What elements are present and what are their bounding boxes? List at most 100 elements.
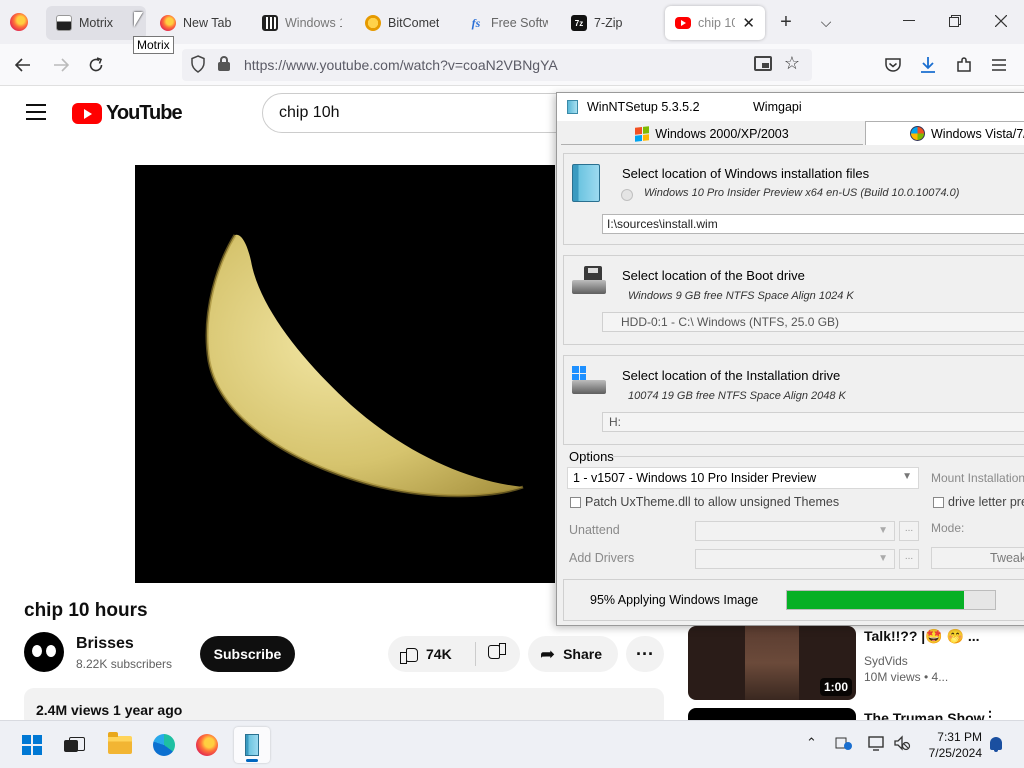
minimize-button[interactable] bbox=[886, 6, 932, 36]
edge-browser-icon bbox=[153, 734, 175, 756]
recommended-video-thumbnail[interactable] bbox=[688, 708, 856, 720]
notifications-bell-icon[interactable] bbox=[990, 737, 1002, 752]
restore-button[interactable] bbox=[932, 6, 978, 36]
7zip-icon: 7z bbox=[571, 15, 587, 31]
picture-in-picture-icon[interactable] bbox=[754, 56, 772, 71]
image-radio-button[interactable] bbox=[621, 189, 633, 201]
window-title: WinNTSetup 5.3.5.2 bbox=[587, 100, 700, 114]
recommended-video-meta: 10M views • 4... bbox=[864, 670, 949, 684]
youtube-icon bbox=[675, 17, 691, 29]
show-hidden-icons-chevron-icon[interactable]: ⌃ bbox=[806, 735, 817, 751]
address-bar[interactable]: https://www.youtube.com/watch?v=coaN2VBN… bbox=[182, 49, 812, 81]
start-button[interactable] bbox=[14, 727, 50, 763]
system-clock[interactable]: 7:31 PM 7/25/2024 bbox=[920, 729, 982, 761]
new-tab-button[interactable]: + bbox=[771, 8, 801, 36]
tab-free-software[interactable]: fs Free Softw bbox=[458, 6, 558, 40]
winntsetup-titlebar[interactable]: WinNTSetup 5.3.5.2 Wimgapi bbox=[557, 93, 1024, 121]
recommended-video-thumbnail[interactable]: 1:00 bbox=[688, 626, 856, 700]
pocket-button[interactable] bbox=[878, 50, 908, 80]
video-player[interactable] bbox=[135, 165, 555, 583]
install-drive-select[interactable]: H: bbox=[602, 412, 1024, 432]
extensions-button[interactable] bbox=[949, 50, 979, 80]
patch-uxtheme-label[interactable]: Patch UxTheme.dll to allow unsigned Them… bbox=[585, 495, 839, 509]
patch-uxtheme-checkbox[interactable] bbox=[570, 497, 581, 508]
install-drive-title: Select location of the Installation driv… bbox=[622, 368, 841, 383]
puzzle-piece-icon bbox=[957, 57, 971, 72]
task-view-icon bbox=[64, 737, 85, 753]
video-description-box[interactable]: 2.4M views 1 year ago bbox=[24, 688, 664, 720]
edge-button[interactable] bbox=[146, 727, 182, 763]
lock-icon[interactable] bbox=[218, 56, 230, 71]
list-all-tabs-button[interactable]: ⌵ bbox=[811, 8, 841, 36]
install-drive-icon bbox=[572, 366, 606, 396]
downloads-button[interactable] bbox=[913, 50, 943, 80]
dislike-button[interactable] bbox=[476, 644, 506, 665]
file-explorer-button[interactable] bbox=[102, 727, 138, 763]
install-files-path-input[interactable]: I:\sources\install.wim bbox=[602, 214, 1024, 234]
network-settings-icon[interactable] bbox=[835, 735, 853, 751]
folder-icon bbox=[108, 732, 132, 754]
windows-taskbar: ⌃ 7:31 PM 7/25/2024 bbox=[0, 720, 1024, 768]
tab-7zip[interactable]: 7z 7-Zip bbox=[561, 6, 661, 40]
youtube-logo[interactable]: YouTube bbox=[72, 102, 183, 125]
unattend-select[interactable]: ▼ bbox=[695, 521, 895, 541]
like-button[interactable]: 74K bbox=[388, 642, 476, 666]
bookmark-star-icon[interactable]: ☆ bbox=[784, 53, 800, 74]
recommended-video-title[interactable]: The Truman Show bbox=[864, 710, 985, 720]
boot-drive-select[interactable]: HDD-0:1 - C:\ Windows (NTFS, 25.0 GB) bbox=[602, 312, 1024, 332]
recommended-video-more-icon[interactable]: ⋮ bbox=[983, 708, 997, 720]
mode-label: Mode: bbox=[931, 521, 965, 535]
drive-letter-checkbox[interactable] bbox=[933, 497, 944, 508]
unattend-browse-button[interactable]: ... bbox=[899, 521, 919, 541]
close-window-button[interactable] bbox=[978, 6, 1024, 36]
add-drivers-browse-button[interactable]: ... bbox=[899, 549, 919, 569]
forward-arrow-icon bbox=[54, 58, 69, 72]
channel-avatar[interactable] bbox=[24, 632, 64, 672]
window-subtitle: Wimgapi bbox=[753, 100, 802, 114]
tab-youtube-active[interactable]: chip 10 l ✕ bbox=[665, 6, 765, 40]
forward-button[interactable] bbox=[46, 50, 76, 80]
more-actions-button[interactable]: ··· bbox=[626, 636, 664, 672]
youtube-guide-menu-icon[interactable] bbox=[26, 104, 46, 120]
tab-windows-vista-7[interactable]: Windows Vista/7/8 bbox=[865, 121, 1024, 145]
firefox-menu-icon[interactable] bbox=[10, 13, 28, 31]
bitcomet-icon bbox=[365, 15, 381, 31]
tab-bitcomet[interactable]: BitComet bbox=[355, 6, 455, 40]
edition-select[interactable]: 1 - v1507 - Windows 10 Pro Insider Previ… bbox=[567, 467, 919, 489]
tweaks-button[interactable]: Tweak bbox=[931, 547, 1024, 569]
reload-button[interactable] bbox=[81, 50, 111, 80]
winntsetup-taskbar-button[interactable] bbox=[234, 727, 270, 763]
tab-new-tab[interactable]: New Tab bbox=[150, 6, 250, 40]
install-media-book-icon bbox=[572, 164, 600, 202]
video-frame-chip-image bbox=[205, 234, 524, 498]
channel-name[interactable]: Brisses bbox=[76, 635, 134, 653]
recommended-video-channel[interactable]: SydVids bbox=[864, 654, 908, 668]
subscribe-button[interactable]: Subscribe bbox=[200, 636, 295, 672]
youtube-play-logo-icon bbox=[72, 103, 102, 124]
tracking-protection-shield-icon[interactable] bbox=[190, 55, 206, 73]
winntsetup-window: WinNTSetup 5.3.5.2 Wimgapi Windows 2000/… bbox=[556, 92, 1024, 626]
firefox-taskbar-button[interactable] bbox=[189, 727, 225, 763]
tab-motrix[interactable]: Motrix bbox=[46, 6, 146, 40]
recommended-video-title[interactable]: Talk!!?? |🤩 🤭 ... bbox=[864, 628, 980, 645]
back-button[interactable] bbox=[8, 50, 38, 80]
tab-windows[interactable]: Windows 1 bbox=[252, 6, 352, 40]
video-duration: 1:00 bbox=[819, 678, 852, 696]
youtube-search-input[interactable]: chip 10h bbox=[262, 93, 582, 133]
add-drivers-select[interactable]: ▼ bbox=[695, 549, 895, 569]
unattend-label: Unattend bbox=[569, 523, 620, 537]
app-menu-button[interactable] bbox=[984, 50, 1014, 80]
share-button[interactable]: ➦ Share bbox=[528, 636, 618, 672]
subscriber-count: 8.22K subscribers bbox=[76, 657, 173, 671]
restore-icon bbox=[949, 15, 961, 27]
volume-muted-icon[interactable] bbox=[893, 735, 911, 751]
tab-windows-2000-xp[interactable]: Windows 2000/XP/2003 bbox=[561, 123, 863, 145]
options-divider bbox=[613, 456, 1024, 457]
url-text[interactable]: https://www.youtube.com/watch?v=coaN2VBN… bbox=[244, 57, 558, 73]
task-view-button[interactable] bbox=[56, 727, 92, 763]
drive-letter-label[interactable]: drive letter pre bbox=[948, 495, 1024, 509]
windows-start-icon bbox=[22, 735, 42, 755]
views-and-date: 2.4M views 1 year ago bbox=[36, 702, 183, 718]
close-tab-icon[interactable]: ✕ bbox=[742, 14, 755, 32]
display-monitor-icon[interactable] bbox=[868, 735, 886, 751]
